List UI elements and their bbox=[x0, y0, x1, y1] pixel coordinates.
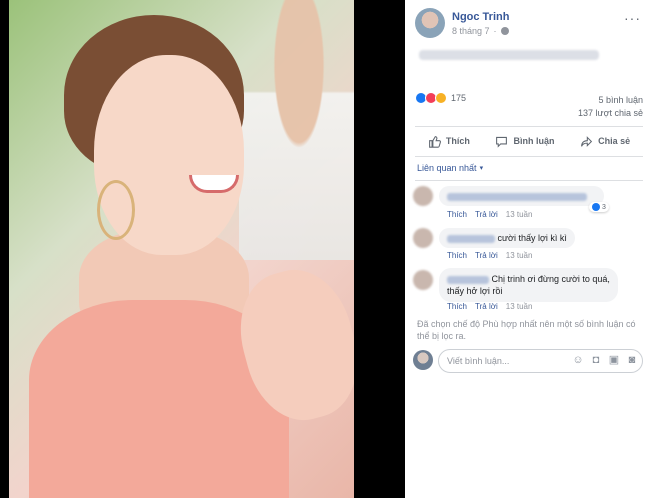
composer-icons: ☺ ◘ ▣ ◙ bbox=[572, 354, 638, 366]
comment-bubble: Chị trinh ơi đừng cười to quá, thấy hở l… bbox=[439, 268, 618, 302]
reaction-summary[interactable]: 175 bbox=[415, 92, 466, 104]
author-avatar[interactable] bbox=[415, 8, 445, 38]
comment-sort-dropdown[interactable]: Liên quan nhất ▾ bbox=[417, 163, 483, 173]
comment-like-link[interactable]: Thích bbox=[447, 210, 467, 219]
comment-time[interactable]: 13 tuần bbox=[506, 210, 533, 219]
comments-count[interactable]: 5 bình luận bbox=[598, 95, 643, 105]
photo-earring bbox=[97, 180, 135, 240]
divider bbox=[415, 126, 643, 127]
comment-button[interactable]: Bình luận bbox=[495, 135, 554, 148]
comment-item: Chị trinh ơi đừng cười to quá, thấy hở l… bbox=[413, 268, 643, 314]
comment-item: cười thấy lợi kì kì Thích Trả lời 13 tuầ… bbox=[413, 228, 643, 262]
comment-reply-link[interactable]: Trả lời bbox=[475, 251, 498, 260]
commenter-avatar[interactable] bbox=[413, 270, 433, 290]
comment-time[interactable]: 13 tuần bbox=[506, 302, 533, 311]
chevron-down-icon: ▾ bbox=[479, 165, 484, 172]
comment-text-line-1: Chị trinh ơi đừng cười to quá, bbox=[491, 274, 610, 284]
reaction-count: 175 bbox=[451, 93, 467, 103]
commenter-name-blurred[interactable] bbox=[447, 234, 495, 243]
comment-filter-note: Đã chọn chế độ Phù hợp nhất nên một số b… bbox=[417, 319, 636, 341]
post-stats: 175 5 bình luận 137 lượt chia sẻ bbox=[415, 92, 643, 124]
shares-count[interactable]: 137 lượt chia sẻ bbox=[578, 108, 643, 118]
like-label: Thích bbox=[445, 136, 470, 146]
share-label: Chia sẻ bbox=[598, 136, 631, 146]
post-date[interactable]: 8 tháng 7 bbox=[452, 26, 490, 36]
comment-like-link[interactable]: Thích bbox=[447, 251, 467, 260]
comment-item: 3 Thích Trả lời 13 tuần bbox=[413, 186, 643, 222]
post-photo[interactable] bbox=[9, 0, 354, 498]
background-person bbox=[239, 0, 354, 260]
like-icon bbox=[592, 203, 600, 211]
comment-meta: Thích Trả lời 13 tuần bbox=[447, 251, 532, 260]
comment-like-link[interactable]: Thích bbox=[447, 302, 467, 311]
camera-icon[interactable]: ◘ bbox=[590, 354, 602, 366]
comment-bubble: cười thấy lợi kì kì bbox=[439, 228, 575, 248]
sticker-icon[interactable]: ◙ bbox=[626, 354, 638, 366]
comment-time[interactable]: 13 tuần bbox=[506, 251, 533, 260]
divider bbox=[415, 156, 643, 157]
comment-reply-link[interactable]: Trả lời bbox=[475, 210, 498, 219]
comment-reply-link[interactable]: Trả lời bbox=[475, 302, 498, 311]
comment-label: Bình luận bbox=[513, 136, 555, 146]
post-side-panel: Ngoc Trinh 8 tháng 7 · ··· 175 5 bình lu… bbox=[405, 0, 650, 498]
gif-icon[interactable]: ▣ bbox=[608, 354, 620, 366]
comment-text-line-2: thấy hở lợi rồi bbox=[447, 286, 503, 296]
commenter-name-blurred[interactable] bbox=[447, 275, 489, 284]
thumbs-up-icon bbox=[428, 135, 441, 148]
author-name[interactable]: Ngoc Trinh bbox=[452, 11, 509, 23]
sort-label: Liên quan nhất bbox=[417, 163, 477, 173]
comment-icon bbox=[496, 136, 508, 148]
like-button[interactable]: Thích bbox=[428, 135, 470, 148]
comment-like-count: 3 bbox=[602, 203, 606, 211]
commenter-avatar[interactable] bbox=[413, 228, 433, 248]
share-button[interactable]: Chia sẻ bbox=[580, 135, 630, 148]
comment-like-badge[interactable]: 3 bbox=[589, 202, 609, 212]
photo-viewer bbox=[0, 0, 405, 498]
comment-composer: ☺ ◘ ▣ ◙ bbox=[413, 348, 643, 374]
post-caption-blurred bbox=[419, 50, 599, 60]
post-header: Ngoc Trinh 8 tháng 7 · ··· bbox=[415, 8, 645, 40]
comment-meta: Thích Trả lời 13 tuần bbox=[447, 302, 532, 311]
post-date-row: 8 tháng 7 · bbox=[452, 26, 509, 36]
globe-icon bbox=[500, 27, 509, 35]
emoji-icon[interactable]: ☺ bbox=[572, 354, 584, 366]
commenter-name-blurred[interactable] bbox=[447, 192, 587, 201]
divider bbox=[415, 180, 643, 181]
wow-icon bbox=[435, 92, 447, 104]
comment-bubble bbox=[439, 186, 604, 206]
viewer-avatar bbox=[413, 350, 433, 370]
share-icon bbox=[581, 135, 593, 147]
comment-meta: Thích Trả lời 13 tuần bbox=[447, 210, 532, 219]
comment-text: cười thấy lợi kì kì bbox=[497, 233, 567, 243]
more-options-icon[interactable]: ··· bbox=[624, 10, 641, 26]
commenter-avatar[interactable] bbox=[413, 186, 433, 206]
post-actions: Thích Bình luận Chia sẻ bbox=[415, 129, 643, 153]
